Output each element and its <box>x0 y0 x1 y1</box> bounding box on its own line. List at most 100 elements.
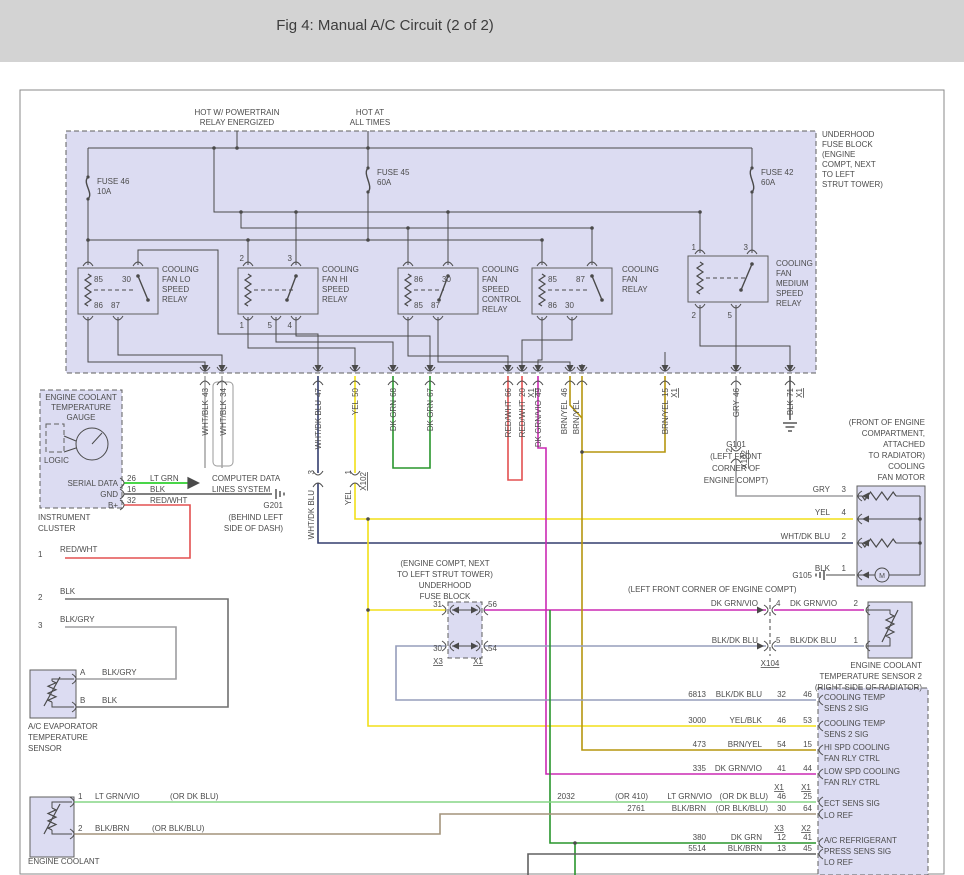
label: FUSE 45 <box>377 168 410 177</box>
label: 85 <box>548 275 557 284</box>
label: SPEED <box>322 285 349 294</box>
label: 2 <box>38 593 43 602</box>
label: BRN/YEL <box>572 399 581 434</box>
label: FAN RLY CTRL <box>824 778 880 787</box>
fan-motor-box <box>857 486 925 586</box>
label: 30 <box>122 275 131 284</box>
label: BLK <box>150 485 166 494</box>
label: 4 <box>842 508 847 517</box>
label: 6813 <box>688 690 706 699</box>
label: G105 <box>792 571 812 580</box>
junction-dot <box>235 146 239 150</box>
junction-dot <box>580 450 584 454</box>
label: YEL <box>815 508 831 517</box>
wire <box>582 376 665 452</box>
label: RELAY ENERGIZED <box>200 118 275 127</box>
label: COOLING <box>482 265 519 274</box>
fuse-terminal <box>366 190 369 193</box>
label: 67 <box>426 387 435 396</box>
junction-dot <box>698 210 702 214</box>
junction-dot <box>86 238 90 242</box>
label: (OR BLK/BLU) <box>716 804 769 813</box>
label: 2 <box>692 311 697 320</box>
label: BRN/YEL <box>728 740 763 749</box>
label: STRUT TOWER) <box>822 180 883 189</box>
label: 71 <box>786 387 795 396</box>
label: 5 <box>268 321 273 330</box>
label: CLUSTER <box>38 524 76 533</box>
label: (LEFT FRONT CORNER OF ENGINE COMPT) <box>628 585 797 594</box>
label: 86 <box>414 275 423 284</box>
relay-switch-contact <box>146 298 150 302</box>
junction-dot <box>918 517 922 521</box>
label: 87 <box>576 275 585 284</box>
junction-dot <box>366 517 370 521</box>
relay-switch-contact <box>750 262 754 266</box>
label: 26 <box>127 474 136 483</box>
label: 1 <box>344 469 353 474</box>
label: X2 <box>801 824 811 833</box>
label: (LEFT FRONT <box>710 452 762 461</box>
label: 31 <box>433 600 442 609</box>
label: RED/WHT <box>504 400 513 437</box>
label: DK GRN/VIO <box>790 599 837 608</box>
label: RED/WHT <box>150 496 187 505</box>
label: (RIGHT SIDE OF RADIATOR) <box>815 683 922 692</box>
junction-dot <box>294 210 298 214</box>
junction-dot <box>212 146 216 150</box>
label: 54 <box>488 644 497 653</box>
label: 87 <box>431 301 440 310</box>
label: BLK/BRN <box>672 804 706 813</box>
wire <box>355 483 853 519</box>
relay-switch-contact <box>285 298 289 302</box>
label: FAN HI <box>322 275 348 284</box>
label: X1 <box>795 387 804 397</box>
wire <box>393 376 430 468</box>
label: HOT AT <box>356 108 384 117</box>
label: G201 <box>263 501 283 510</box>
label: FUSE 46 <box>97 177 130 186</box>
label: 49 <box>534 387 543 396</box>
label: DK GRN/VIO <box>534 400 543 447</box>
label: CORNER OF <box>712 464 760 473</box>
junction-dot <box>540 238 544 242</box>
label: GRY <box>813 485 831 494</box>
label: 1 <box>854 636 859 645</box>
relay-switch-contact <box>739 288 743 292</box>
label: 5 <box>776 636 781 645</box>
label: SENSOR <box>28 744 62 753</box>
label: DK GRN <box>426 400 435 431</box>
label: (OR DK BLU) <box>720 792 769 801</box>
label: RELAY <box>482 305 508 314</box>
label: YEL/BLK <box>730 716 763 725</box>
label: UNDERHOOD <box>419 581 472 590</box>
label: 41 <box>803 833 812 842</box>
arrowhead-icon <box>757 607 764 614</box>
label: COOLING <box>888 462 925 471</box>
fuse-terminal <box>86 175 89 178</box>
label: B <box>80 696 85 705</box>
label: 2 <box>842 532 847 541</box>
label: 30 <box>565 301 574 310</box>
label: 54 <box>777 740 786 749</box>
label: 3000 <box>688 716 706 725</box>
label: LT GRN/VIO <box>95 792 140 801</box>
junction-dot <box>406 226 410 230</box>
label: X1 <box>473 657 483 666</box>
label: BLK/DK BLU <box>790 636 836 645</box>
label: ATTACHED <box>883 440 925 449</box>
label: COOLING <box>622 265 659 274</box>
label: 1 <box>842 564 847 573</box>
label: 15 <box>661 387 670 396</box>
junction-dot <box>239 210 243 214</box>
label: ENGINE COOLANT <box>45 393 117 402</box>
label: 30 <box>777 804 786 813</box>
label: (FRONT OF ENGINE <box>849 418 925 427</box>
junction-dot <box>366 146 370 150</box>
label: LOGIC <box>44 456 69 465</box>
relay-switch-contact <box>294 274 298 278</box>
label: 60A <box>377 178 392 187</box>
label: FAN <box>622 275 638 284</box>
label: FUSE 42 <box>761 168 794 177</box>
label: COOLING <box>776 259 813 268</box>
